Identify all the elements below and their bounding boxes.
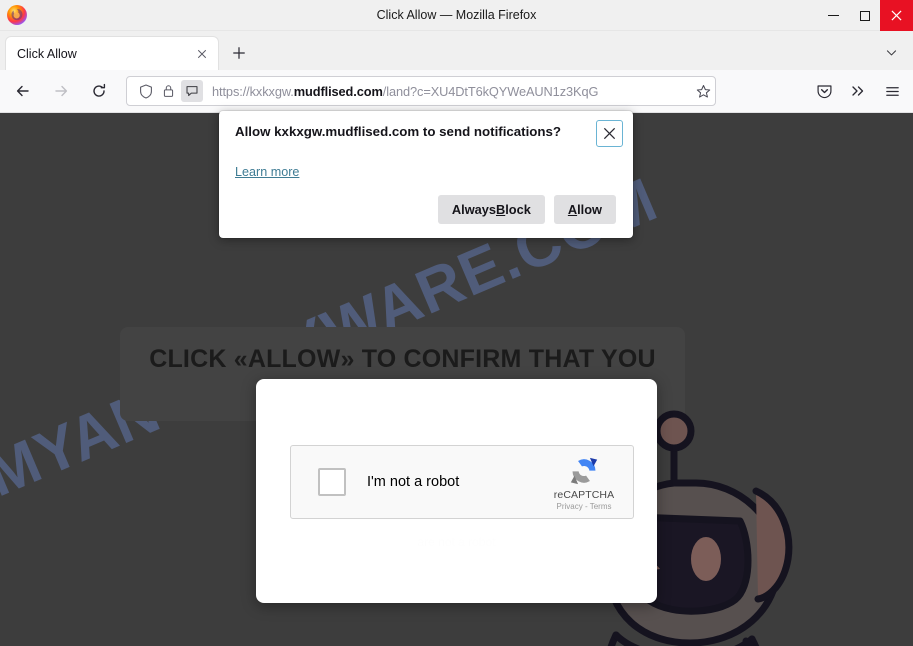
url-path: /land?c=XU4DtT6kQYWeAUN1z3KqG — [382, 83, 599, 99]
reload-button[interactable] — [84, 76, 114, 106]
title-bar: Click Allow — Mozilla Firefox — [0, 0, 913, 31]
close-icon — [603, 127, 616, 140]
maximize-icon — [859, 10, 870, 21]
url-host: mudflised.com — [293, 83, 383, 99]
recaptcha-branding: reCAPTCHA Privacy - Terms — [545, 454, 623, 511]
url-display[interactable]: https://kxkxgw.mudflised.com/land?c=XU4D… — [212, 84, 691, 99]
always-block-accesskey: B — [496, 202, 506, 217]
browser-tab[interactable]: Click Allow — [6, 37, 218, 70]
notification-permission-popup: Allow kxkxgw.mudflised.com to send notif… — [219, 111, 633, 238]
hamburger-menu-icon — [885, 86, 899, 96]
tab-label: Click Allow — [17, 46, 77, 61]
always-block-suffix: lock — [505, 202, 531, 217]
plus-icon — [233, 47, 245, 59]
close-icon — [197, 49, 207, 58]
allow-accesskey: A — [567, 202, 578, 217]
lock-icon — [163, 85, 173, 97]
recaptcha-brand-name: reCAPTCHA — [553, 488, 615, 501]
close-window-button[interactable] — [880, 0, 913, 31]
pocket-button[interactable] — [809, 76, 839, 106]
new-tab-button[interactable] — [225, 39, 253, 67]
tab-strip: Click Allow — [0, 31, 913, 70]
bookmark-button[interactable] — [691, 84, 715, 99]
browser-window: Click Allow — Mozilla Firefox Click Allo… — [0, 0, 913, 646]
captcha-faint-text: are not a robot — [417, 535, 496, 549]
popup-actions: Always Block Allow — [437, 195, 616, 224]
shield-icon[interactable] — [135, 80, 157, 102]
navigation-toolbar: https://kxkxgw.mudflised.com/land?c=XU4D… — [0, 70, 913, 113]
application-menu-button[interactable] — [877, 76, 907, 106]
allow-suffix: llow — [577, 202, 602, 217]
back-button[interactable] — [8, 76, 38, 106]
url-subdomain: kxkxgw. — [249, 83, 294, 99]
notification-permission-icon — [186, 86, 198, 97]
minimize-icon — [828, 15, 839, 16]
tab-close-button[interactable] — [191, 43, 213, 65]
notification-permission-icon[interactable] — [181, 80, 203, 102]
lock-icon[interactable] — [157, 80, 179, 102]
popup-close-button[interactable] — [596, 120, 623, 147]
back-arrow-icon — [16, 85, 29, 97]
star-icon — [696, 84, 710, 98]
always-block-button[interactable]: Always Block — [437, 195, 545, 224]
list-all-tabs-button[interactable] — [877, 38, 905, 66]
window-title: Click Allow — Mozilla Firefox — [376, 7, 537, 22]
forward-arrow-icon — [55, 85, 68, 97]
toolbar-right-actions — [805, 76, 913, 106]
maximize-button[interactable] — [849, 0, 880, 31]
minimize-button[interactable] — [818, 0, 849, 31]
overflow-menu-button[interactable] — [843, 76, 873, 106]
allow-button[interactable]: Allow — [553, 195, 616, 224]
shield-icon — [140, 83, 152, 99]
address-bar[interactable]: https://kxkxgw.mudflised.com/land?c=XU4D… — [126, 76, 716, 106]
close-icon — [891, 10, 902, 21]
popup-heading: Allow kxkxgw.mudflised.com to send notif… — [235, 124, 562, 139]
reload-icon — [93, 83, 106, 97]
chevron-down-icon — [886, 49, 896, 55]
recaptcha-label: I'm not a robot — [367, 474, 460, 490]
page-title: CLICK «ALLOW» TO CONFIRM THAT YOU — [149, 345, 656, 373]
firefox-logo-icon — [7, 5, 27, 25]
always-block-prefix: Always — [451, 202, 496, 217]
recaptcha-checkbox[interactable] — [318, 468, 346, 496]
forward-button[interactable] — [46, 76, 76, 106]
window-controls — [818, 0, 913, 31]
learn-more-link[interactable]: Learn more — [235, 165, 299, 179]
captcha-card: I'm not a robot reCAPTCHA Privacy - Term… — [256, 379, 657, 603]
recaptcha-logo-icon — [570, 457, 598, 484]
double-chevron-icon — [852, 86, 864, 96]
recaptcha-widget[interactable]: I'm not a robot reCAPTCHA Privacy - Term… — [290, 445, 634, 519]
identity-box[interactable] — [127, 80, 203, 102]
recaptcha-links[interactable]: Privacy - Terms — [557, 502, 612, 511]
pocket-icon — [816, 84, 832, 98]
url-scheme: https:// — [212, 83, 250, 99]
